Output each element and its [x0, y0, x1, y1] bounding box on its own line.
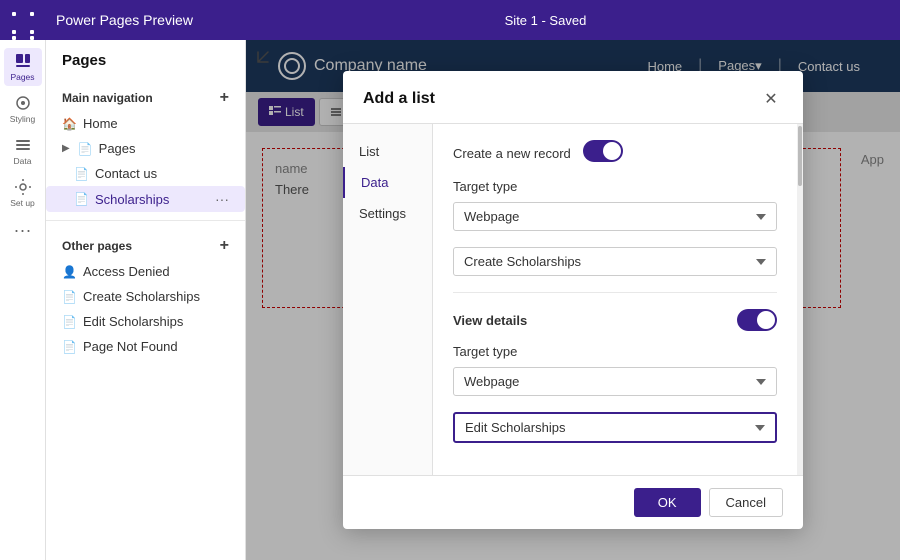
modal-overlay: Add a list ✕ List Data: [246, 40, 900, 560]
target-type-row-2: Webpage URL: [453, 367, 777, 396]
user-icon: 👤: [62, 265, 77, 279]
left-nav: Pages Styling Data Set up ···: [0, 40, 46, 560]
site-preview: Company name Home | Pages▾ | Contact us …: [246, 40, 900, 560]
create-scholarships-select[interactable]: Create Scholarships Edit Scholarships: [453, 247, 777, 276]
nav-setup[interactable]: Set up: [4, 174, 42, 212]
folder-icon: 📄: [78, 142, 93, 156]
sidebar-item-contact-us[interactable]: 📄 Contact us: [46, 161, 245, 186]
sidebar-item-pages[interactable]: ▶ 📄 Pages: [46, 136, 245, 161]
modal-close-btn[interactable]: ✕: [759, 87, 783, 111]
add-list-modal: Add a list ✕ List Data: [343, 71, 803, 529]
modal-title: Add a list: [363, 90, 435, 108]
site-status: Site 1 - Saved: [203, 13, 888, 28]
sidebar-item-home[interactable]: 🏠 Home: [46, 111, 245, 136]
sidebar-item-edit-scholarships[interactable]: 📄 Edit Scholarships: [46, 309, 245, 334]
cancel-button[interactable]: Cancel: [709, 488, 783, 517]
create-new-record-toggle[interactable]: [583, 140, 623, 162]
sidebar-title: Pages: [46, 52, 245, 81]
view-details-toggle[interactable]: [737, 309, 777, 331]
edit-page-icon: 📄: [62, 315, 77, 329]
sidebar-item-create-scholarships[interactable]: 📄 Create Scholarships: [46, 284, 245, 309]
scholarships-more-btn[interactable]: ···: [215, 191, 229, 207]
sidebar-item-scholarships[interactable]: 📄 Scholarships ···: [46, 186, 245, 212]
modal-tab-content: Create a new record Target type Webpage: [433, 124, 797, 475]
nav-pages[interactable]: Pages: [4, 48, 42, 86]
modal-scrollbar[interactable]: [797, 124, 803, 475]
modal-tabs: List Data Settings: [343, 124, 433, 475]
tab-list[interactable]: List: [343, 136, 432, 167]
nav-data[interactable]: Data: [4, 132, 42, 170]
create-new-record-label: Create a new record: [453, 140, 571, 161]
sidebar-divider: [46, 220, 245, 221]
chevron-icon: ▶: [62, 143, 70, 154]
nav-more[interactable]: ···: [14, 220, 32, 241]
other-pages-section: Other pages +: [46, 229, 245, 259]
edit-scholarships-row: Edit Scholarships Create Scholarships: [453, 412, 777, 443]
page-active-icon: 📄: [74, 192, 89, 206]
edit-scholarships-select[interactable]: Edit Scholarships Create Scholarships: [453, 412, 777, 443]
scrollbar-thumb: [798, 126, 802, 186]
target-type-label-2: Target type: [453, 343, 777, 361]
content-area: Company name Home | Pages▾ | Contact us …: [246, 40, 900, 560]
sidebar: Pages Main navigation + 🏠 Home ▶ 📄 Pages…: [46, 40, 246, 560]
nav-styling[interactable]: Styling: [4, 90, 42, 128]
app-title: Power Pages Preview: [56, 12, 193, 28]
main-nav-section: Main navigation +: [46, 81, 245, 111]
create-scholarships-row: Create Scholarships Edit Scholarships: [453, 247, 777, 276]
ok-button[interactable]: OK: [634, 488, 701, 517]
target-type-row-1: Webpage URL: [453, 202, 777, 231]
target-type-select-1[interactable]: Webpage URL: [453, 202, 777, 231]
add-main-nav-btn[interactable]: +: [220, 89, 229, 107]
main-layout: Pages Styling Data Set up ··· Pages Main…: [0, 40, 900, 560]
sidebar-item-access-denied[interactable]: 👤 Access Denied: [46, 259, 245, 284]
create-new-record-row: Create a new record: [453, 140, 777, 162]
target-type-label-1: Target type: [453, 178, 777, 196]
view-details-row: View details: [453, 309, 777, 331]
section-divider: [453, 292, 777, 293]
modal-body: List Data Settings: [343, 124, 803, 475]
top-bar: Power Pages Preview Site 1 - Saved: [0, 0, 900, 40]
home-icon: 🏠: [62, 117, 77, 131]
tab-data[interactable]: Data: [343, 167, 432, 198]
target-type-select-2[interactable]: Webpage URL: [453, 367, 777, 396]
sidebar-item-page-not-found[interactable]: 📄 Page Not Found: [46, 334, 245, 359]
create-page-icon: 📄: [62, 290, 77, 304]
page-icon: 📄: [74, 167, 89, 181]
modal-header: Add a list ✕: [343, 71, 803, 124]
tab-settings[interactable]: Settings: [343, 198, 432, 229]
view-details-label: View details: [453, 313, 725, 328]
add-other-page-btn[interactable]: +: [220, 237, 229, 255]
notfound-page-icon: 📄: [62, 340, 77, 354]
modal-footer: OK Cancel: [343, 475, 803, 529]
